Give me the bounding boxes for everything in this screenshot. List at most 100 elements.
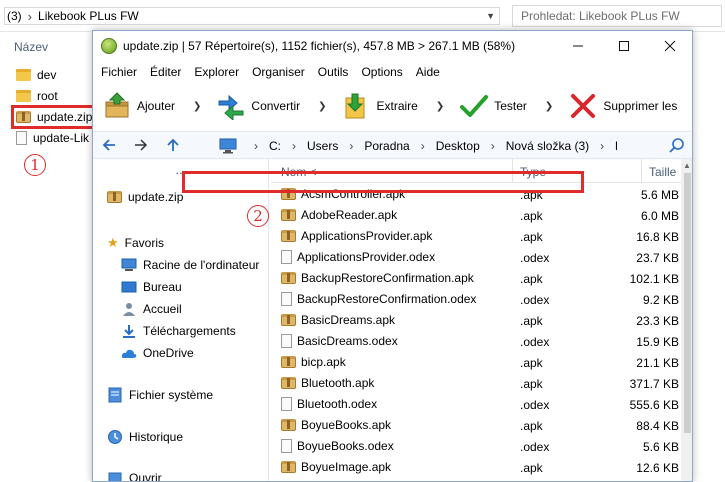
forward-button[interactable] [125, 131, 157, 159]
menu-explore[interactable]: Explorer [194, 65, 239, 79]
add-button[interactable]: Ajouter [103, 86, 175, 126]
file-name-cell: BasicDreams.odex [281, 334, 398, 348]
document-icon [281, 292, 292, 306]
menu-file[interactable]: Fichier [101, 65, 137, 79]
path-segment[interactable]: Desktop [436, 139, 480, 153]
delete-button[interactable]: Supprimer les [569, 86, 677, 126]
scroll-up-icon[interactable]: ▲ [683, 161, 691, 170]
toolbar: Ajouter ❯ Convertir ❯ Extraire ❯ Tester … [93, 83, 692, 129]
nav-file-system[interactable]: Fichier système [107, 385, 213, 405]
test-button[interactable]: Tester [460, 86, 527, 126]
menu-edit[interactable]: Éditer [150, 65, 181, 79]
nav-open[interactable]: Ouvrir [107, 468, 162, 481]
table-row[interactable]: Bluetooth.apk .apk 371.7 KB [271, 373, 681, 394]
column-divider[interactable] [641, 159, 642, 183]
document-icon [281, 334, 292, 348]
file-type: .apk [520, 356, 543, 370]
file-name: Bluetooth.apk [301, 376, 375, 390]
path-segment[interactable]: l [615, 139, 618, 153]
table-row[interactable]: Bluetooth.odex .odex 555.6 KB [271, 394, 681, 415]
path-segment[interactable]: Nová složka (3) [506, 139, 589, 153]
menu-organize[interactable]: Organiser [252, 65, 305, 79]
highlight-box-adobereader [182, 171, 584, 193]
path-separator-icon: › [349, 139, 354, 153]
menu-tools[interactable]: Outils [318, 65, 349, 79]
convert-dropdown-chevron-icon[interactable]: ❯ [318, 101, 326, 112]
breadcrumb-current[interactable]: Likebook PLus FW [38, 9, 139, 23]
menu-help[interactable]: Aide [416, 65, 440, 79]
table-row[interactable]: BackupRestoreConfirmation.apk .apk 102.1 K… [271, 268, 681, 289]
add-dropdown-chevron-icon[interactable]: ❯ [193, 101, 201, 112]
star-icon: ★ [107, 235, 119, 250]
breadcrumb-separator-icon: › [27, 8, 33, 24]
extract-button[interactable]: Extraire [343, 86, 418, 126]
nav-archive-update-zip[interactable]: update.zip [107, 187, 183, 207]
table-row[interactable]: ApplicationsProvider.apk .apk 16.8 KB [271, 226, 681, 247]
chevron-down-icon[interactable]: ▼ [486, 11, 495, 21]
vertical-scrollbar[interactable]: ▲ [681, 159, 692, 481]
computer-icon[interactable] [219, 138, 237, 157]
close-icon [664, 40, 676, 52]
nav-home[interactable]: Accueil [121, 299, 182, 319]
nav-label: Bureau [143, 280, 182, 294]
close-button[interactable] [647, 31, 692, 61]
nav-onedrive[interactable]: OneDrive [121, 343, 194, 363]
background-item-dev[interactable]: dev [16, 66, 56, 84]
background-column-name[interactable]: Název [14, 40, 48, 54]
app-logo-icon [101, 38, 117, 54]
extract-dropdown-chevron-icon[interactable]: ❯ [436, 101, 444, 112]
convert-button[interactable]: Convertir [217, 86, 300, 126]
nav-history[interactable]: Historique [107, 427, 183, 447]
up-button[interactable] [157, 131, 189, 159]
nav-label: Racine de l'ordinateur [143, 258, 260, 272]
minimize-button[interactable] [555, 31, 601, 61]
menu-options[interactable]: Options [361, 65, 402, 79]
nav-desktop[interactable]: Bureau [121, 277, 182, 297]
background-search-input[interactable]: Prohledat: Likebook PLus FW [512, 5, 722, 27]
menu-bar: Fichier Éditer Explorer Organiser Outils… [93, 61, 692, 83]
scrollbar-thumb[interactable] [684, 173, 691, 433]
desktop-icon [121, 281, 137, 293]
file-name-cell: ApplicationsProvider.odex [281, 250, 435, 264]
zip-archive-icon [281, 272, 296, 284]
zip-archive-icon [281, 314, 296, 326]
nav-favorites[interactable]: ★ Favoris [107, 233, 164, 253]
folder-icon [16, 90, 31, 102]
table-row[interactable]: BasicDreams.apk .apk 23.3 KB [271, 310, 681, 331]
title-bar[interactable]: update.zip | 57 Répertoire(s), 1152 fich… [93, 31, 692, 61]
nav-downloads[interactable]: Téléchargements [121, 321, 236, 341]
background-item-update-lik[interactable]: update-Lik [16, 129, 89, 147]
nav-label: OneDrive [143, 346, 194, 360]
table-row[interactable]: BoyueImage.apk .apk 12.6 KB [271, 457, 681, 478]
path-segment[interactable]: Poradna [364, 139, 409, 153]
maximize-button[interactable] [601, 31, 647, 61]
zip-archive-icon [107, 191, 122, 203]
background-breadcrumb[interactable]: (3) › Likebook PLus FW ▼ [4, 7, 500, 25]
navigation-pane: … update.zip ★ Favoris Racine de l'ordin… [93, 159, 269, 481]
table-row[interactable]: AdobeReader.apk .apk 6.0 MB [271, 205, 681, 226]
breadcrumb-prefix[interactable]: (3) [7, 9, 22, 23]
file-size: 6.0 MB [640, 209, 679, 223]
test-dropdown-chevron-icon[interactable]: ❯ [545, 101, 553, 112]
table-row[interactable]: ApplicationsProvider.odex .odex 23.7 KB [271, 247, 681, 268]
back-button[interactable] [93, 131, 125, 159]
path-separator-icon: › [254, 139, 258, 153]
table-row[interactable]: BoyueBooks.odex .odex 5.6 KB [271, 436, 681, 457]
nav-computer-root[interactable]: Racine de l'ordinateur [121, 255, 259, 275]
background-item-root[interactable]: root [16, 87, 58, 105]
nav-label: Favoris [124, 236, 164, 250]
column-header-size[interactable]: Taille [649, 165, 676, 179]
table-row[interactable]: BasicDreams.odex .odex 15.9 KB [271, 331, 681, 352]
file-type: .apk [520, 314, 543, 328]
search-button[interactable] [668, 137, 686, 158]
open-icon [108, 472, 122, 481]
path-segment[interactable]: C: [269, 139, 281, 153]
add-archive-icon [105, 92, 129, 118]
table-row[interactable]: BoyueBooks.apk .apk 88.4 KB [271, 415, 681, 436]
history-clock-icon [108, 430, 122, 444]
path-segment[interactable]: Users [307, 139, 338, 153]
file-size: 555.6 KB [629, 398, 679, 412]
zip-archive-icon [281, 209, 296, 221]
table-row[interactable]: BackupRestoreConfirmation.odex .odex 9.2 K… [271, 289, 681, 310]
table-row[interactable]: bicp.apk .apk 21.1 KB [271, 352, 681, 373]
